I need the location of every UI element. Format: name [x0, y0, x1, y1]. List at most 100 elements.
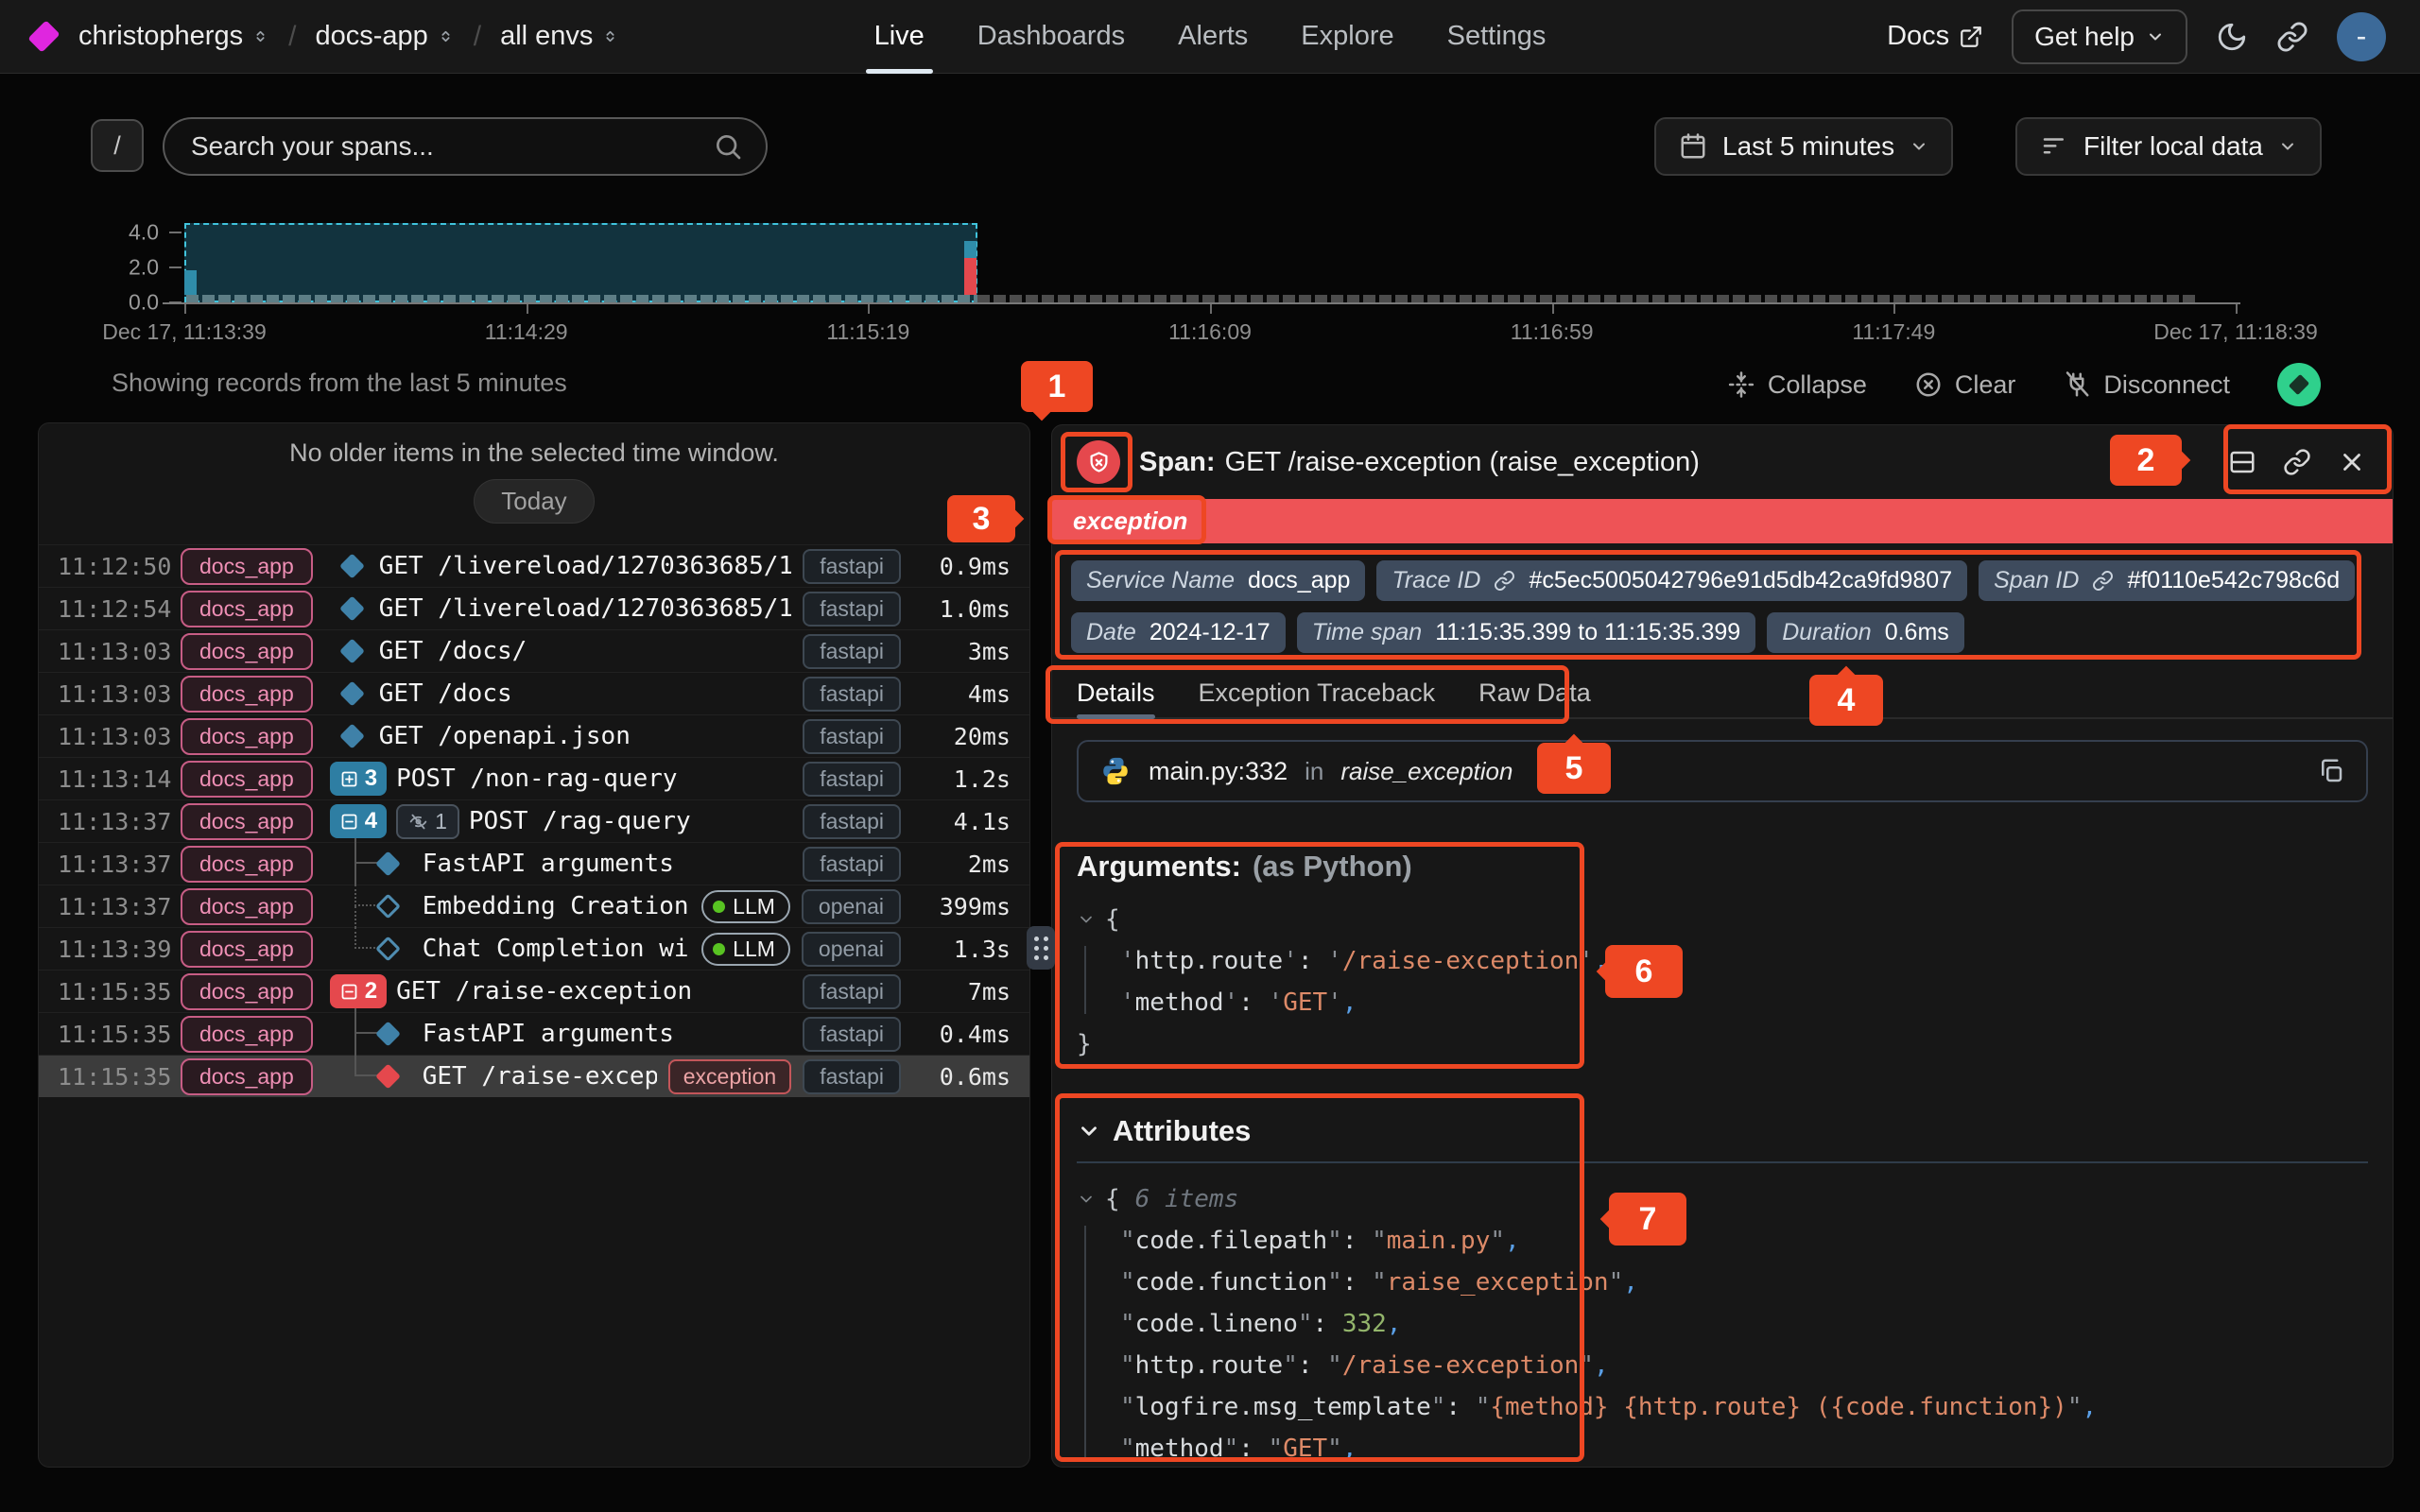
- expand-count-badge[interactable]: 3: [330, 762, 387, 796]
- tab-settings[interactable]: Settings: [1447, 0, 1547, 74]
- expand-count-badge[interactable]: 2: [330, 974, 387, 1008]
- span-row[interactable]: 11:15:35docs_app2GET /raise-exceptionfas…: [39, 970, 1029, 1012]
- tree-cell: [330, 885, 413, 927]
- span-row[interactable]: 11:13:03docs_appGET /openapi.jsonfastapi…: [39, 714, 1029, 757]
- scope-tag-pill[interactable]: fastapi: [803, 677, 901, 712]
- items-count-note: 6 items: [1135, 1185, 1239, 1213]
- service-pill[interactable]: docs_app: [181, 548, 313, 585]
- tab-details[interactable]: Details: [1077, 668, 1155, 717]
- meta-chip-duration: Duration0.6ms: [1767, 612, 1964, 653]
- dark-mode-toggle-moon-icon[interactable]: [2216, 21, 2248, 53]
- tab-exception-traceback[interactable]: Exception Traceback: [1199, 668, 1436, 717]
- live-status-badge[interactable]: [2277, 363, 2321, 406]
- span-timestamp: 11:12:54: [58, 595, 173, 623]
- span-timestamp: 11:13:37: [58, 808, 173, 835]
- stream-actions: Collapse Clear Disconnect: [1727, 363, 2321, 406]
- attributes-section: Attributes {6 items"code.filepath": "mai…: [1077, 1114, 2368, 1468]
- llm-pill[interactable]: LLM: [701, 933, 790, 966]
- service-pill[interactable]: docs_app: [181, 888, 313, 925]
- code-line: "code.lineno": 332,: [1077, 1303, 2368, 1345]
- source-file[interactable]: main.py:332: [1149, 757, 1288, 786]
- scope-tag-pill[interactable]: fastapi: [803, 847, 901, 882]
- span-row[interactable]: 11:15:35docs_appFastAPI argumentsfastapi…: [39, 1012, 1029, 1055]
- tab-raw-data[interactable]: Raw Data: [1478, 668, 1591, 717]
- span-row[interactable]: 11:12:50docs_appGET /livereload/12703636…: [39, 544, 1029, 587]
- user-avatar[interactable]: -: [2337, 12, 2386, 61]
- panel-layout-icon[interactable]: [2228, 448, 2256, 476]
- disconnect-button[interactable]: Disconnect: [2063, 370, 2230, 400]
- env-switcher[interactable]: all envs: [500, 21, 619, 52]
- exception-shield-icon: [1077, 440, 1120, 484]
- scope-tag-pill[interactable]: fastapi: [803, 592, 901, 627]
- span-row[interactable]: 11:13:39docs_appChat Completion with '…L…: [39, 927, 1029, 970]
- span-name: POST /rag-query: [469, 807, 691, 835]
- time-selection-window[interactable]: [184, 223, 977, 302]
- org-switcher[interactable]: christophergs: [78, 21, 269, 52]
- scope-tag-pill[interactable]: fastapi: [803, 974, 901, 1009]
- scope-tag-pill[interactable]: openai: [802, 889, 901, 924]
- tab-live[interactable]: Live: [874, 0, 925, 74]
- meta-chip-span-id[interactable]: Span ID#f0110e542c798c6d: [1979, 560, 2355, 601]
- expand-count-badge[interactable]: 4: [330, 804, 387, 838]
- chevron-down-icon: [1910, 137, 1928, 156]
- span-row[interactable]: 11:15:35docs_appGET /raise-exception …ex…: [39, 1055, 1029, 1097]
- span-row[interactable]: 11:13:03docs_appGET /docs/fastapi3ms: [39, 629, 1029, 672]
- x-axis-label: 11:17:49: [1852, 319, 1935, 345]
- scope-tag-pill[interactable]: fastapi: [803, 804, 901, 839]
- service-pill[interactable]: docs_app: [181, 846, 313, 883]
- scope-tag-pill[interactable]: fastapi: [803, 762, 901, 797]
- logfire-logo-icon[interactable]: [27, 20, 60, 52]
- span-metadata: Service Namedocs_app Trace ID#c5ec500504…: [1052, 543, 2393, 668]
- today-button[interactable]: Today: [474, 479, 594, 524]
- span-timestamp: 11:13:03: [58, 638, 173, 665]
- service-pill[interactable]: docs_app: [181, 591, 313, 627]
- scope-tag-pill[interactable]: fastapi: [803, 549, 901, 584]
- search-input[interactable]: [191, 131, 713, 162]
- clear-label: Clear: [1955, 370, 2016, 400]
- scope-tag-pill[interactable]: fastapi: [803, 719, 901, 754]
- span-row[interactable]: 11:13:03docs_appGET /docsfastapi4ms: [39, 672, 1029, 714]
- project-switcher[interactable]: docs-app: [315, 21, 454, 52]
- exception-pill[interactable]: exception: [668, 1059, 791, 1094]
- span-row[interactable]: 11:13:37docs_appEmbedding Creation wit…L…: [39, 885, 1029, 927]
- service-pill[interactable]: docs_app: [181, 1058, 313, 1095]
- tree-connector: [354, 1055, 379, 1076]
- panel-resize-grip[interactable]: [1027, 926, 1055, 970]
- scope-tag-pill[interactable]: fastapi: [803, 1017, 901, 1052]
- copy-link-icon[interactable]: [2283, 448, 2311, 476]
- service-pill[interactable]: docs_app: [181, 633, 313, 670]
- get-help-button[interactable]: Get help: [2012, 9, 2187, 64]
- close-icon[interactable]: [2338, 448, 2366, 476]
- llm-pill[interactable]: LLM: [701, 890, 790, 923]
- collapse-button[interactable]: Collapse: [1727, 370, 1867, 400]
- share-link-icon[interactable]: [2276, 21, 2308, 53]
- service-pill[interactable]: docs_app: [181, 718, 313, 755]
- service-pill[interactable]: docs_app: [181, 1016, 313, 1053]
- scope-tag-pill[interactable]: openai: [802, 932, 901, 967]
- tab-explore[interactable]: Explore: [1301, 0, 1393, 74]
- tab-dashboards[interactable]: Dashboards: [977, 0, 1125, 74]
- service-pill[interactable]: docs_app: [181, 803, 313, 840]
- filter-dropdown[interactable]: Filter local data: [2015, 117, 2322, 176]
- attributes-heading[interactable]: Attributes: [1077, 1114, 2368, 1148]
- copy-icon[interactable]: [2317, 757, 2345, 785]
- docs-link[interactable]: Docs: [1887, 21, 1983, 52]
- hidden-spans-badge[interactable]: 1: [396, 804, 459, 839]
- service-pill[interactable]: docs_app: [181, 973, 313, 1010]
- caret-down-icon: [1077, 1190, 1096, 1209]
- span-row[interactable]: 11:13:37docs_appFastAPI argumentsfastapi…: [39, 842, 1029, 885]
- span-row[interactable]: 11:12:54docs_appGET /livereload/12703636…: [39, 587, 1029, 629]
- clear-button[interactable]: Clear: [1914, 370, 2016, 400]
- meta-chip-trace-id[interactable]: Trace ID#c5ec5005042796e91d5db42ca9fd980…: [1376, 560, 1967, 601]
- time-range-dropdown[interactable]: Last 5 minutes: [1654, 117, 1953, 176]
- scope-tag-pill[interactable]: fastapi: [803, 1059, 901, 1094]
- service-pill[interactable]: docs_app: [181, 931, 313, 968]
- x-axis-label: Dec 17, 11:13:39: [102, 319, 266, 345]
- tab-alerts[interactable]: Alerts: [1178, 0, 1248, 74]
- service-pill[interactable]: docs_app: [181, 676, 313, 713]
- tree-cell: 41: [330, 800, 459, 842]
- span-row[interactable]: 11:13:14docs_app3POST /non-rag-queryfast…: [39, 757, 1029, 799]
- service-pill[interactable]: docs_app: [181, 761, 313, 798]
- span-row[interactable]: 11:13:37 docs_app 41 POST /rag-query fastapi…: [39, 799, 1029, 842]
- scope-tag-pill[interactable]: fastapi: [803, 634, 901, 669]
